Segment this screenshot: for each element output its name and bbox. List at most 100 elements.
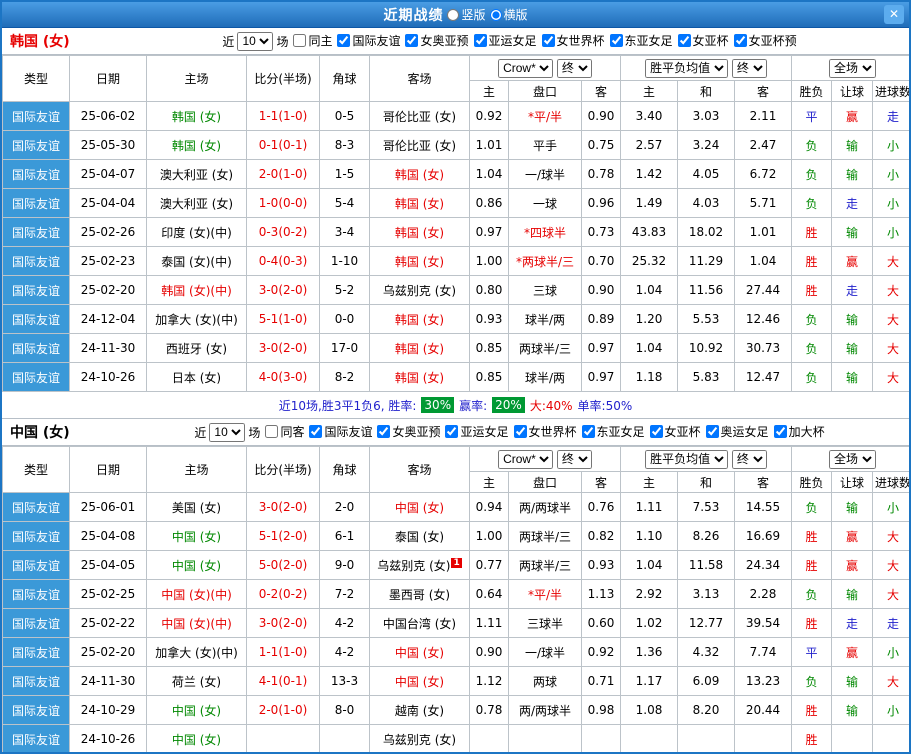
layout-vertical-option[interactable]: 竖版 bbox=[447, 6, 486, 23]
recent-count-select[interactable]: 10 bbox=[237, 31, 274, 51]
scope-select[interactable]: 全场 bbox=[829, 58, 877, 78]
filter-checkbox[interactable]: 女亚杯 bbox=[649, 423, 701, 440]
away-odds-cell: 0.96 bbox=[581, 188, 621, 218]
checkbox-input[interactable] bbox=[609, 34, 623, 47]
filter-checkbox[interactable]: 女亚杯 bbox=[677, 32, 729, 49]
away-odds-cell: 0.89 bbox=[581, 304, 621, 334]
checkbox-input[interactable] bbox=[581, 425, 595, 438]
avg-away-odds-cell: 12.46 bbox=[733, 304, 793, 334]
checkbox-input[interactable] bbox=[377, 425, 391, 438]
avg-group-header: 胜平负均值 终 bbox=[619, 446, 793, 472]
checkbox-input[interactable] bbox=[773, 425, 787, 438]
avg-draw-odds-cell: 3.13 bbox=[677, 579, 735, 609]
avg-away-odds-cell: 2.11 bbox=[733, 101, 793, 131]
match-row: 国际友谊 24-10-26 日本 (女) 4-0(3-0) 8-2 韩国 (女) 0.85 球… bbox=[2, 362, 909, 392]
date-cell: 25-02-20 bbox=[69, 275, 147, 305]
score-cell: 3-0(2-0) bbox=[246, 333, 320, 363]
filter-checkbox[interactable]: 亚运女足 bbox=[473, 32, 537, 49]
filter-checkbox[interactable]: 亚运女足 bbox=[445, 423, 509, 440]
away-odds-cell: 0.75 bbox=[581, 130, 621, 160]
layout-horizontal-option[interactable]: 横版 bbox=[489, 6, 528, 23]
odds-final-select[interactable]: 终 bbox=[556, 58, 592, 78]
checkbox-input[interactable] bbox=[309, 425, 323, 438]
handicap-cell: 平手 bbox=[508, 130, 582, 160]
checkbox-input[interactable] bbox=[473, 34, 487, 47]
filter-checkbox[interactable]: 女奥亚预 bbox=[377, 423, 440, 440]
away-team-cell: 韩国 (女) bbox=[369, 188, 470, 218]
goals-result-cell: 小 bbox=[872, 695, 909, 725]
filter-checkbox[interactable]: 东亚女足 bbox=[609, 32, 673, 49]
match-row: 国际友谊 25-04-08 中国 (女) 5-1(2-0) 6-1 泰国 (女) 1.00 两… bbox=[2, 521, 909, 551]
match-row: 国际友谊 25-02-22 中国 (女)(中) 3-0(2-0) 4-2 中国台湾 (女)… bbox=[2, 608, 909, 638]
avg-away-odds-cell: 5.71 bbox=[733, 188, 793, 218]
recent-count-select[interactable]: 10 bbox=[209, 422, 246, 442]
score-cell: 0-4(0-3) bbox=[246, 246, 320, 276]
recent-results-dialog: 近期战绩 竖版 横版 ✕ 韩国 (女) 近 10 场 同主 国际友谊 女奥亚预 亚运女… bbox=[0, 0, 911, 754]
checkbox-input[interactable] bbox=[513, 425, 527, 438]
match-row: 国际友谊 24-11-30 荷兰 (女) 4-1(0-1) 13-3 中国 (女) 1.12… bbox=[2, 666, 909, 696]
checkbox-input[interactable] bbox=[405, 34, 419, 47]
goals-result-cell: 小 bbox=[872, 159, 909, 189]
checkbox-input[interactable] bbox=[649, 425, 663, 438]
league-cell: 国际友谊 bbox=[2, 637, 70, 667]
checkbox-input[interactable] bbox=[293, 34, 307, 47]
corner-cell: 8-0 bbox=[319, 695, 370, 725]
bookmaker-select[interactable]: Crow* bbox=[498, 58, 554, 78]
away-team-cell: 越南 (女) bbox=[369, 695, 470, 725]
filter-checkbox[interactable]: 国际友谊 bbox=[309, 423, 372, 440]
avg-draw-odds-cell: 4.32 bbox=[677, 637, 735, 667]
checkbox-label: 同客 bbox=[280, 425, 305, 439]
avg-home-odds-cell: 2.92 bbox=[620, 579, 678, 609]
matches-label: 场 bbox=[248, 425, 261, 440]
team-title: 中国 (女) bbox=[10, 425, 70, 441]
scope-select[interactable]: 全场 bbox=[829, 449, 877, 469]
away-odds-cell: 0.82 bbox=[581, 521, 621, 551]
result-cell: 胜 bbox=[791, 275, 833, 305]
avg-select[interactable]: 胜平负均值 bbox=[645, 58, 729, 78]
handicap-rate-label: 赢率: bbox=[459, 398, 488, 413]
checkbox-input[interactable] bbox=[337, 34, 351, 47]
goals-result-cell: 小 bbox=[872, 188, 909, 218]
league-cell: 国际友谊 bbox=[2, 159, 70, 189]
score-cell: 3-0(2-0) bbox=[246, 275, 320, 305]
avg-final-select[interactable]: 终 bbox=[731, 449, 767, 469]
avg-final-select[interactable]: 终 bbox=[731, 58, 767, 78]
checkbox-input[interactable] bbox=[733, 34, 747, 47]
filter-checkbox[interactable]: 女亚杯预 bbox=[733, 32, 797, 49]
filter-checkbox[interactable]: 女奥亚预 bbox=[405, 32, 469, 49]
league-cell: 国际友谊 bbox=[2, 521, 70, 551]
avg-select[interactable]: 胜平负均值 bbox=[645, 449, 729, 469]
avg-home-odds-cell: 1.42 bbox=[620, 159, 678, 189]
checkbox-input[interactable] bbox=[445, 425, 459, 438]
checkbox-input[interactable] bbox=[265, 425, 279, 438]
filter-checkbox[interactable]: 女世界杯 bbox=[513, 423, 577, 440]
away-odds-cell: 0.90 bbox=[581, 275, 621, 305]
checkbox-input[interactable] bbox=[541, 34, 555, 47]
home-odds-cell: 0.93 bbox=[469, 304, 509, 334]
handicap-cell: 三球半 bbox=[508, 608, 582, 638]
result-cell: 负 bbox=[791, 362, 833, 392]
odds-final-select[interactable]: 终 bbox=[556, 449, 592, 469]
league-cell: 国际友谊 bbox=[2, 130, 70, 160]
close-button[interactable]: ✕ bbox=[884, 5, 904, 24]
avg-home-odds-cell: 1.10 bbox=[620, 521, 678, 551]
league-cell: 国际友谊 bbox=[2, 217, 70, 247]
layout-horizontal-radio[interactable] bbox=[489, 8, 502, 21]
match-row: 国际友谊 25-02-20 加拿大 (女)(中) 1-1(1-0) 4-2 中国 (女) 0… bbox=[2, 637, 909, 667]
checkbox-input[interactable] bbox=[705, 425, 719, 438]
filter-checkbox[interactable]: 女世界杯 bbox=[541, 32, 605, 49]
filter-checkbox[interactable]: 国际友谊 bbox=[337, 32, 400, 49]
filter-checkbox[interactable]: 奥运女足 bbox=[705, 423, 769, 440]
filter-checkbox[interactable]: 东亚女足 bbox=[581, 423, 645, 440]
away-odds-cell: 0.78 bbox=[581, 159, 621, 189]
match-row: 国际友谊 24-10-26 中国 (女) 乌兹别克 (女) 胜 bbox=[2, 724, 909, 752]
layout-vertical-radio[interactable] bbox=[447, 8, 460, 21]
checkbox-label: 女亚杯预 bbox=[748, 34, 797, 48]
league-cell: 国际友谊 bbox=[2, 695, 70, 725]
filter-checkbox[interactable]: 加大杯 bbox=[773, 423, 825, 440]
checkbox-input[interactable] bbox=[677, 34, 691, 47]
filter-checkbox[interactable]: 同客 bbox=[265, 423, 304, 440]
corner-cell: 4-2 bbox=[319, 608, 370, 638]
bookmaker-select[interactable]: Crow* bbox=[498, 449, 554, 469]
filter-checkbox[interactable]: 同主 bbox=[293, 32, 332, 49]
